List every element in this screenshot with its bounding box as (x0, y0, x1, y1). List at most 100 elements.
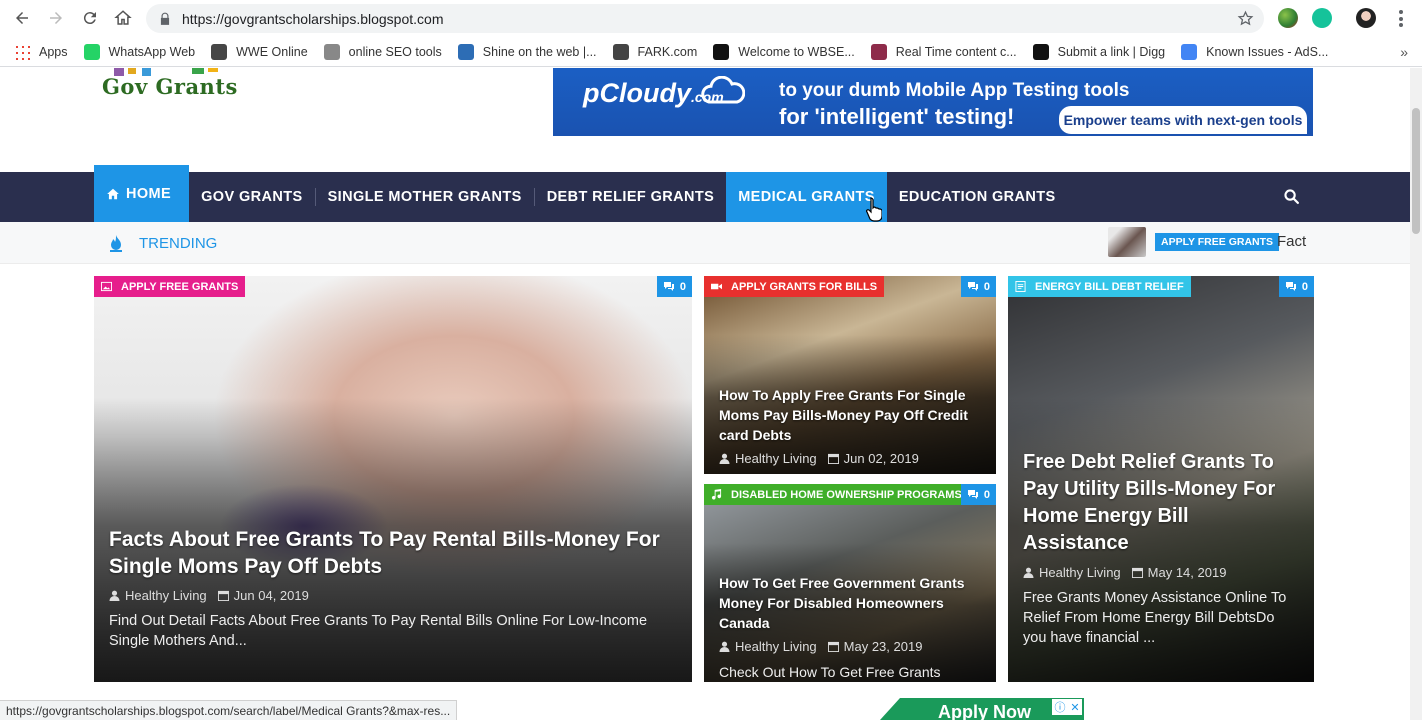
url-text: https://govgrantscholarships.blogspot.co… (182, 10, 444, 27)
image-icon (101, 281, 112, 292)
forward-button[interactable] (39, 1, 73, 35)
address-bar[interactable]: https://govgrantscholarships.blogspot.co… (146, 4, 1264, 33)
music-note-icon (711, 489, 722, 500)
post-card[interactable]: ENERGY BILL DEBT RELIEF 0 Free Debt Reli… (1008, 276, 1314, 682)
post-author[interactable]: Healthy Living (735, 639, 817, 654)
logo-text: Gov Grants (102, 74, 238, 99)
post-author[interactable]: Healthy Living (735, 451, 817, 466)
user-icon (719, 453, 730, 464)
comment-count[interactable]: 0 (656, 276, 692, 297)
bookmark-item[interactable]: online SEO tools (323, 43, 442, 60)
ad-close-controls[interactable]: ⓘ ✕ (1052, 699, 1082, 715)
bookmark-label: Known Issues - AdS... (1206, 44, 1329, 59)
wbse-icon (713, 43, 730, 60)
bookmark-item[interactable]: Shine on the web |... (457, 43, 597, 60)
forward-arrow-icon (50, 12, 62, 24)
reload-button[interactable] (73, 1, 107, 35)
nav-single-mother-grants[interactable]: SINGLE MOTHER GRANTS (316, 172, 534, 222)
browser-toolbar: https://govgrantscholarships.blogspot.co… (0, 0, 1422, 37)
shine-icon (457, 43, 474, 60)
comment-number: 0 (1301, 280, 1308, 293)
featured-post-card[interactable]: APPLY FREE GRANTS 0 Facts About Free Gra… (94, 276, 692, 682)
page-scrollbar[interactable] (1410, 68, 1422, 720)
post-title[interactable]: How To Get Free Government Grants Money … (719, 573, 981, 633)
post-title[interactable]: How To Apply Free Grants For Single Moms… (719, 385, 981, 445)
digg-icon (1032, 43, 1049, 60)
nav-debt-relief-grants[interactable]: DEBT RELIEF GRANTS (535, 172, 727, 222)
bookmark-item[interactable]: Real Time content c... (870, 43, 1017, 60)
floating-ad-label: Apply Now (938, 702, 1031, 720)
category-badge[interactable]: APPLY GRANTS FOR BILLS (704, 276, 885, 297)
post-title[interactable]: Facts About Free Grants To Pay Rental Bi… (109, 526, 677, 580)
bookmark-label: Shine on the web |... (482, 44, 597, 59)
google-icon (1181, 43, 1198, 60)
bookmark-item[interactable]: FARK.com (612, 43, 697, 60)
ad-headline: to your dumb Mobile App Testing tools (779, 80, 1130, 101)
scrollbar-thumb[interactable] (1412, 108, 1420, 234)
post-date: May 23, 2019 (843, 639, 923, 654)
comment-number: 0 (983, 280, 990, 293)
bookmark-item[interactable]: WhatsApp Web (83, 43, 196, 60)
category-label: DISABLED HOME OWNERSHIP PROGRAMS (731, 488, 962, 501)
document-icon (1015, 281, 1026, 292)
nav-medical-grants[interactable]: MEDICAL GRANTS (726, 172, 887, 222)
post-excerpt: Find Out Detail Facts About Free Grants … (109, 613, 648, 649)
bookmark-item[interactable]: Welcome to WBSE... (713, 43, 855, 60)
post-body: Free Debt Relief Grants To Pay Utility B… (1023, 449, 1299, 648)
trending-category-badge[interactable]: APPLY FREE GRANTS (1155, 233, 1280, 251)
house-icon (114, 10, 132, 25)
bookmark-item[interactable]: Apps (14, 43, 68, 60)
bookmark-label: Submit a link | Digg (1057, 44, 1166, 59)
post-excerpt: Free Grants Money Assistance Online To R… (1023, 590, 1287, 646)
comment-count[interactable]: 0 (960, 276, 996, 297)
post-card[interactable]: DISABLED HOME OWNERSHIP PROGRAMS 0 How T… (704, 484, 996, 682)
comment-count[interactable]: 0 (960, 484, 996, 505)
search-icon[interactable] (1283, 188, 1300, 205)
post-author[interactable]: Healthy Living (1039, 565, 1121, 580)
bookmark-item[interactable]: WWE Online (211, 43, 308, 60)
profile-avatar-icon[interactable] (1356, 8, 1376, 28)
nav-home[interactable]: HOME (94, 165, 190, 222)
category-badge[interactable]: DISABLED HOME OWNERSHIP PROGRAMS (704, 484, 969, 505)
home-browser-button[interactable] (106, 1, 140, 35)
bookmark-label: WWE Online (236, 44, 308, 59)
browser-menu-icon[interactable] (1399, 10, 1403, 27)
floating-ad[interactable]: Apply Now ⓘ ✕ (880, 698, 1084, 720)
trending-headline[interactable]: Fact (1277, 233, 1306, 250)
post-date: May 14, 2019 (1147, 565, 1227, 580)
back-button[interactable] (5, 1, 39, 35)
more-bookmarks-icon[interactable]: » (1400, 44, 1408, 60)
post-excerpt: Check Out How To Get Free Grants (719, 664, 941, 680)
web-page: Gov Grants pCloudy.com to your dumb Mobi… (0, 68, 1410, 720)
calendar-icon (1131, 567, 1143, 578)
home-icon (107, 188, 119, 199)
post-card[interactable]: APPLY GRANTS FOR BILLS 0 How To Apply Fr… (704, 276, 996, 474)
nav-education-grants[interactable]: EDUCATION GRANTS (887, 172, 1068, 222)
nav-home-label: HOME (126, 185, 172, 202)
category-badge[interactable]: ENERGY BILL DEBT RELIEF (1008, 276, 1191, 297)
site-logo[interactable]: Gov Grants (100, 68, 296, 102)
close-icon[interactable]: ✕ (1070, 701, 1079, 714)
ad-banner[interactable]: pCloudy.com to your dumb Mobile App Test… (553, 68, 1313, 136)
comment-count[interactable]: 0 (1278, 276, 1314, 297)
category-badge[interactable]: APPLY FREE GRANTS (94, 276, 246, 297)
nav-gov-grants[interactable]: GOV GRANTS (189, 172, 314, 222)
comments-icon (1285, 282, 1296, 291)
post-title[interactable]: Free Debt Relief Grants To Pay Utility B… (1023, 449, 1299, 557)
adchoices-icon[interactable]: ⓘ (1054, 699, 1065, 715)
extension-grammarly-icon[interactable] (1312, 8, 1332, 28)
trending-thumbnail[interactable] (1108, 227, 1146, 257)
extension-globe-icon[interactable] (1278, 8, 1298, 28)
calendar-icon (827, 641, 839, 652)
bookmark-star-icon[interactable] (1237, 10, 1254, 27)
ad-cta-button[interactable]: Empower teams with next-gen tools (1059, 106, 1307, 134)
comment-number: 0 (679, 280, 686, 293)
post-date: Jun 04, 2019 (233, 588, 309, 603)
bookmark-item[interactable]: Known Issues - AdS... (1181, 43, 1329, 60)
bookmark-label: WhatsApp Web (108, 44, 196, 59)
video-camera-icon (711, 283, 722, 290)
post-date: Jun 02, 2019 (843, 451, 919, 466)
trending-label: TRENDING (139, 235, 218, 252)
bookmark-item[interactable]: Submit a link | Digg (1032, 43, 1166, 60)
post-author[interactable]: Healthy Living (125, 588, 207, 603)
